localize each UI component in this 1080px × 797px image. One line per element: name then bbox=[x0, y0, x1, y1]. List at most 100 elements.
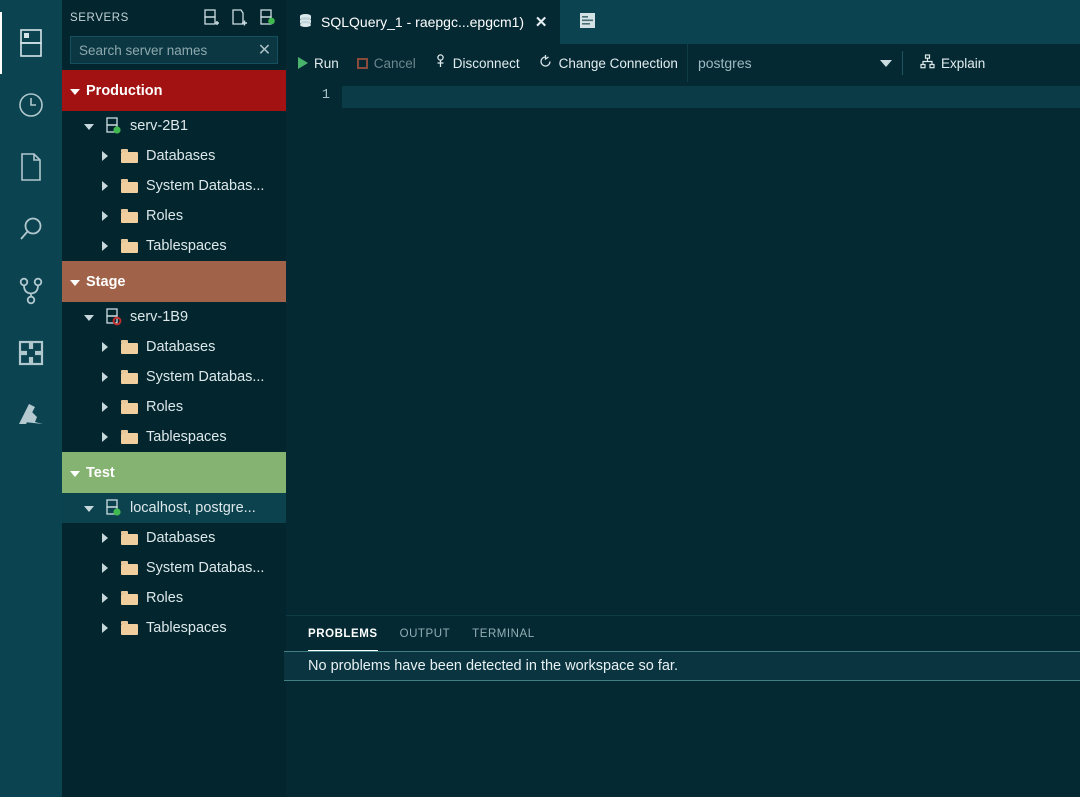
tree-node-system-databases[interactable]: System Databas... bbox=[62, 171, 286, 201]
server-group-production[interactable]: Production bbox=[62, 70, 286, 111]
server-disconnected-icon bbox=[103, 308, 123, 327]
folder-icon bbox=[119, 209, 139, 223]
activity-item-source-control[interactable] bbox=[0, 260, 62, 322]
tree-node-databases[interactable]: Databases bbox=[62, 141, 286, 171]
change-connection-button[interactable]: Change Connection bbox=[529, 44, 687, 82]
servers-sidebar: SERVERS ✕ Production bbox=[62, 0, 286, 797]
group-label: Stage bbox=[86, 274, 126, 290]
chevron-down-icon[interactable] bbox=[82, 504, 96, 512]
chevron-down-icon[interactable] bbox=[82, 313, 96, 321]
panel-tab-bar: PROBLEMS OUTPUT TERMINAL bbox=[286, 616, 1080, 651]
folder-icon bbox=[119, 621, 139, 635]
tree-node-tablespaces[interactable]: Tablespaces bbox=[62, 231, 286, 261]
tree-node-roles[interactable]: Roles bbox=[62, 201, 286, 231]
tree-node-tablespaces[interactable]: Tablespaces bbox=[62, 422, 286, 452]
server-node-serv-2b1[interactable]: serv-2B1 bbox=[62, 111, 286, 141]
activity-item-servers[interactable] bbox=[0, 12, 62, 74]
server-group-test[interactable]: Test bbox=[62, 452, 286, 493]
folder-icon bbox=[119, 340, 139, 354]
tab-output[interactable]: OUTPUT bbox=[400, 616, 451, 651]
disconnect-plug-icon bbox=[434, 54, 447, 72]
chevron-right-icon[interactable] bbox=[98, 533, 112, 543]
search-container: ✕ bbox=[62, 36, 286, 70]
chevron-right-icon[interactable] bbox=[98, 372, 112, 382]
search-magnifier-icon bbox=[17, 215, 45, 243]
folder-icon bbox=[119, 370, 139, 384]
run-label: Run bbox=[314, 56, 339, 71]
node-label: Databases bbox=[146, 339, 215, 355]
chevron-down-icon bbox=[70, 280, 80, 286]
tab-results[interactable] bbox=[560, 0, 615, 44]
sql-editor[interactable]: 1 bbox=[286, 82, 1080, 615]
database-icon bbox=[298, 13, 313, 31]
activity-bar bbox=[0, 0, 62, 797]
chevron-right-icon[interactable] bbox=[98, 342, 112, 352]
toolbar-divider bbox=[902, 51, 903, 75]
node-label: Roles bbox=[146, 208, 183, 224]
chevron-down-icon bbox=[70, 89, 80, 95]
tree-node-tablespaces[interactable]: Tablespaces bbox=[62, 613, 286, 643]
folder-icon bbox=[119, 239, 139, 253]
chevron-right-icon[interactable] bbox=[98, 563, 112, 573]
search-box[interactable]: ✕ bbox=[70, 36, 278, 64]
chevron-right-icon[interactable] bbox=[98, 211, 112, 221]
tree-node-roles[interactable]: Roles bbox=[62, 392, 286, 422]
tree-node-databases[interactable]: Databases bbox=[62, 332, 286, 362]
servers-icon bbox=[18, 28, 44, 58]
chevron-right-icon[interactable] bbox=[98, 151, 112, 161]
code-content[interactable] bbox=[342, 82, 1080, 615]
chevron-right-icon[interactable] bbox=[98, 402, 112, 412]
chevron-right-icon[interactable] bbox=[98, 593, 112, 603]
run-button[interactable]: Run bbox=[286, 44, 348, 82]
activity-item-azure[interactable] bbox=[0, 384, 62, 446]
server-node-localhost[interactable]: localhost, postgre... bbox=[62, 493, 286, 523]
folder-icon bbox=[119, 531, 139, 545]
tree-node-databases[interactable]: Databases bbox=[62, 523, 286, 553]
panel-content: No problems have been detected in the wo… bbox=[286, 651, 1080, 797]
folder-icon bbox=[119, 179, 139, 193]
tab-terminal[interactable]: TERMINAL bbox=[472, 616, 535, 651]
bottom-panel: PROBLEMS OUTPUT TERMINAL No problems hav… bbox=[286, 615, 1080, 797]
query-toolbar: Run Cancel Disconnect Change Connection … bbox=[286, 44, 1080, 82]
group-label: Production bbox=[86, 83, 163, 99]
activity-item-new-file[interactable] bbox=[0, 136, 62, 198]
chevron-right-icon[interactable] bbox=[98, 432, 112, 442]
active-connections-icon[interactable] bbox=[254, 6, 280, 30]
server-node-serv-1b9[interactable]: serv-1B9 bbox=[62, 302, 286, 332]
activity-item-search[interactable] bbox=[0, 198, 62, 260]
server-group-stage[interactable]: Stage bbox=[62, 261, 286, 302]
server-connected-icon bbox=[103, 117, 123, 136]
tree-node-system-databases[interactable]: System Databas... bbox=[62, 362, 286, 392]
chevron-down-icon bbox=[70, 471, 80, 477]
server-tree: Production serv-2B1 Databases System Dat… bbox=[62, 70, 286, 797]
tab-problems[interactable]: PROBLEMS bbox=[308, 616, 378, 651]
node-label: System Databas... bbox=[146, 178, 264, 194]
line-number: 1 bbox=[286, 88, 330, 103]
disconnect-button[interactable]: Disconnect bbox=[425, 44, 529, 82]
current-line-highlight bbox=[342, 86, 1080, 108]
chevron-down-icon[interactable] bbox=[82, 122, 96, 130]
activity-item-query-history[interactable] bbox=[0, 74, 62, 136]
add-server-group-icon[interactable] bbox=[226, 6, 252, 30]
tree-node-roles[interactable]: Roles bbox=[62, 583, 286, 613]
server-label: localhost, postgre... bbox=[130, 500, 256, 516]
chevron-right-icon[interactable] bbox=[98, 181, 112, 191]
explain-button[interactable]: Explain bbox=[911, 44, 994, 82]
server-connected-icon bbox=[103, 499, 123, 518]
clear-search-icon[interactable]: ✕ bbox=[256, 40, 273, 60]
add-server-icon[interactable] bbox=[198, 6, 224, 30]
tree-node-system-databases[interactable]: System Databas... bbox=[62, 553, 286, 583]
line-number-gutter: 1 bbox=[286, 82, 342, 615]
group-label: Test bbox=[86, 465, 115, 481]
change-connection-icon bbox=[538, 54, 553, 72]
chevron-right-icon[interactable] bbox=[98, 241, 112, 251]
node-label: Databases bbox=[146, 530, 215, 546]
connection-dropdown[interactable]: postgres bbox=[687, 44, 902, 82]
server-label: serv-2B1 bbox=[130, 118, 188, 134]
chevron-right-icon[interactable] bbox=[98, 623, 112, 633]
tab-sqlquery-1[interactable]: SQLQuery_1 - raepgc...epgcm1) ✕ bbox=[286, 0, 560, 44]
stop-icon bbox=[357, 58, 368, 69]
search-input[interactable] bbox=[79, 43, 256, 58]
activity-item-extensions[interactable] bbox=[0, 322, 62, 384]
close-icon[interactable]: ✕ bbox=[532, 13, 550, 31]
